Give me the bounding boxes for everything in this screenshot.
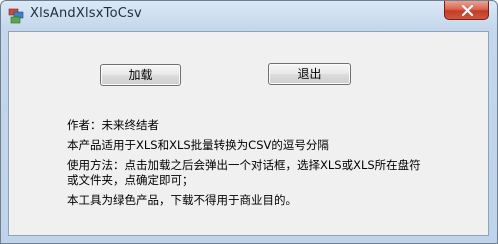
app-icon [8, 8, 24, 24]
note-label: 本工具为绿色产品，下载不得用于商业目的。 [67, 193, 297, 207]
client-area: 加载 退出 作者：未来终结者 本产品适用于XLS和XLS批量转换为CSV的逗号分… [8, 31, 489, 236]
app-window: XlsAndXlsxToCsv 加载 退出 作者：未来终结者 本产品适用于XLS… [0, 0, 498, 244]
close-button[interactable] [444, 1, 489, 20]
author-label: 作者：未来终结者 [67, 118, 159, 132]
title-bar[interactable]: XlsAndXlsxToCsv [1, 1, 497, 31]
exit-button[interactable]: 退出 [268, 63, 351, 85]
close-icon [461, 5, 474, 16]
window-title: XlsAndXlsxToCsv [30, 6, 142, 21]
usage-label: 使用方法：点击加载之后会弹出一个对话框，选择XLS或XLS所在盘符或文件夹，点确… [67, 158, 421, 187]
description-label: 本产品适用于XLS和XLS批量转换为CSV的逗号分隔 [67, 138, 329, 152]
load-button[interactable]: 加载 [100, 64, 181, 86]
